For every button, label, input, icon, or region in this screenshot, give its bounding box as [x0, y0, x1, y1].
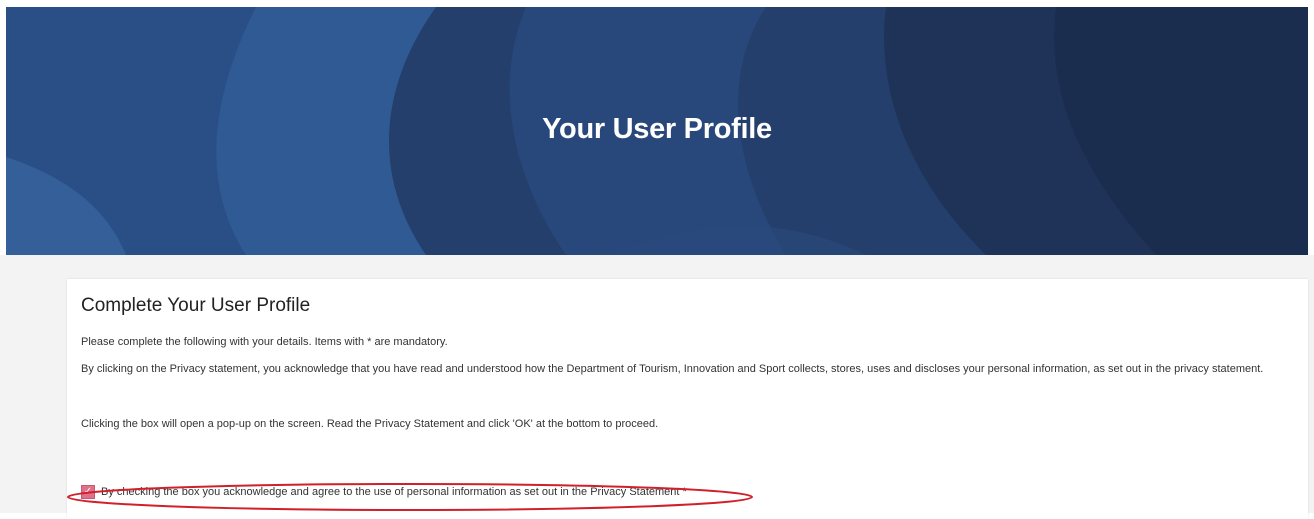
- card-title: Complete Your User Profile: [81, 295, 311, 316]
- consent-checkbox[interactable]: ✓: [81, 485, 95, 499]
- intro-text: Please complete the following with your …: [81, 336, 448, 348]
- consent-row[interactable]: ✓ By checking the box you acknowledge an…: [81, 485, 687, 499]
- main-content: Complete Your User Profile Please comple…: [0, 255, 1314, 519]
- popup-instruction-text: Clicking the box will open a pop-up on t…: [81, 418, 659, 430]
- profile-card: Complete Your User Profile Please comple…: [67, 279, 1308, 519]
- consent-label[interactable]: By checking the box you acknowledge and …: [101, 486, 687, 498]
- hero-banner: Your User Profile: [6, 7, 1308, 255]
- page-title: Your User Profile: [542, 113, 772, 145]
- check-icon: ✓: [83, 486, 93, 497]
- privacy-text: By clicking on the Privacy statement, yo…: [81, 363, 1264, 375]
